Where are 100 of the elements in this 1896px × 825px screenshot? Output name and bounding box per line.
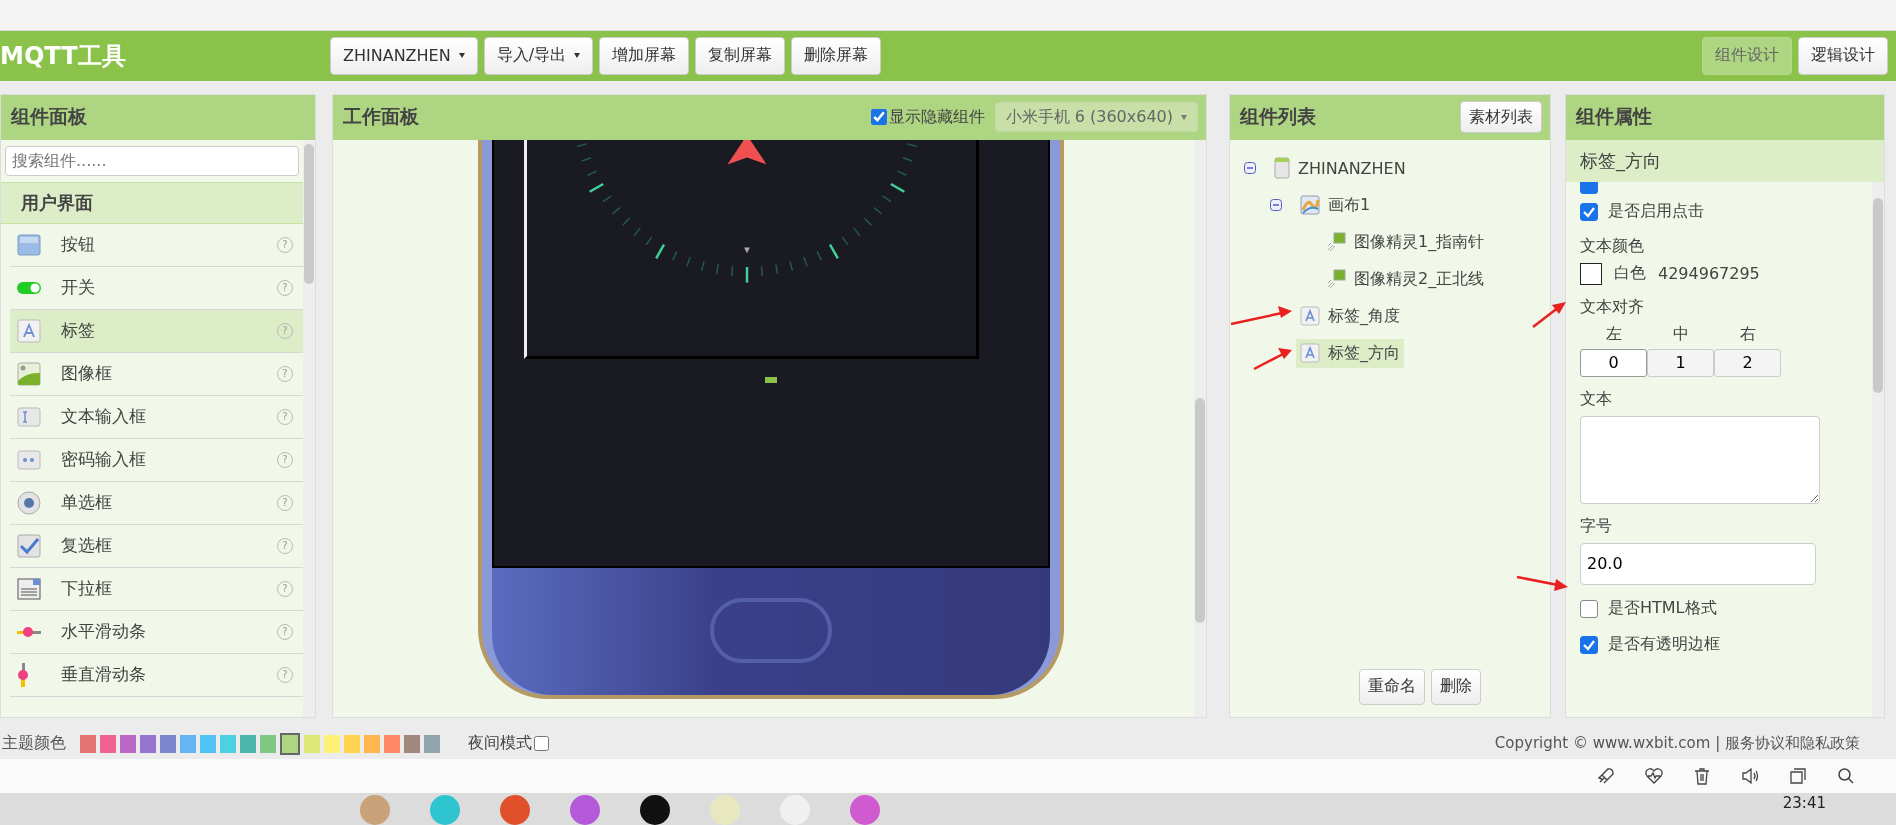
image-icon [17,361,41,386]
theme-swatch[interactable] [100,734,116,753]
window-icon[interactable] [1788,766,1808,787]
radio-icon [17,490,41,515]
theme-swatch[interactable] [120,734,136,753]
panel-title: 组件面板 [11,104,87,130]
scrollbar[interactable] [303,139,315,717]
checkbox[interactable] [1580,635,1598,654]
align-button[interactable]: 2 [1714,348,1781,377]
scrollbar[interactable] [1194,139,1206,717]
palette-item[interactable]: 垂直滑动条 ? [10,653,303,697]
canvas-icon [1300,195,1320,216]
panel-title: 工作面板 [343,104,419,130]
align-caption: 右 [1739,323,1756,345]
sprite-icon [1326,269,1346,290]
speaker-icon[interactable] [1740,766,1760,787]
view-tab[interactable]: 组件设计 [1702,36,1792,75]
tree-action-button[interactable]: 重命名 [1359,668,1425,705]
assets-button[interactable]: 素材列表 [1460,101,1542,134]
property-label: 文本 [1580,388,1613,410]
align-caption: 左 [1605,323,1622,345]
theme-swatch[interactable] [364,734,380,753]
font-size-field[interactable]: 20.0 [1580,542,1816,585]
category-header[interactable]: 用户界面 [1,181,303,224]
tree-item[interactable]: 图像精灵2_正北线 [1322,264,1489,294]
label-placeholder [765,376,777,383]
text-cursor-icon [17,404,41,429]
show-hidden-checkbox[interactable] [870,109,887,126]
tree-action-button[interactable]: 删除 [1431,668,1481,705]
password-icon [17,447,41,472]
theme-swatch[interactable] [220,734,236,753]
theme-swatch[interactable] [240,734,256,753]
theme-swatch[interactable] [424,734,440,753]
palette-item[interactable]: 开关 ? [10,266,303,310]
caret-icon [458,53,465,59]
collapse-icon[interactable] [1270,199,1282,212]
checkbox[interactable] [1580,202,1598,221]
palette-item[interactable]: 文本输入框 ? [10,395,303,439]
scrollbar-thumb[interactable] [304,143,314,284]
palette-item[interactable]: 单选框 ? [10,481,303,525]
panel-title: 组件属性 [1576,104,1652,130]
checkbox[interactable] [1580,599,1598,618]
theme-swatch[interactable] [260,734,276,753]
checkbox-label: 夜间模式 [468,733,532,755]
annotation-arrow [1253,348,1292,371]
clock-time: 23:41 [1782,795,1826,811]
toolbar-button[interactable]: 导入/导出 [483,36,594,75]
annotation-arrow [1516,575,1568,591]
tree-item[interactable]: 标签_角度 [1296,301,1404,331]
home-button-icon [710,597,832,663]
theme-swatch[interactable] [200,734,216,753]
scrollbar-thumb[interactable] [1195,397,1205,623]
theme-swatch[interactable] [180,734,196,753]
checkbox-label: 是否有透明边框 [1608,634,1720,656]
search-field[interactable]: 搜索组件...... [5,145,299,176]
theme-swatch[interactable] [80,734,96,753]
collapse-icon[interactable] [1244,162,1256,175]
theme-swatch[interactable] [384,734,400,753]
letter-a-icon [17,318,41,343]
theme-swatch[interactable] [404,734,420,753]
theme-swatch[interactable] [160,734,176,753]
toolbar-button[interactable]: 删除屏幕 [791,36,882,75]
text-area[interactable] [1580,415,1820,504]
palette-item[interactable]: 下拉框 ? [10,567,303,611]
palette-item[interactable]: 图像框 ? [10,352,303,396]
theme-swatch[interactable] [304,734,320,753]
tree-item[interactable]: 画布1 [1296,190,1375,220]
device-dropdown[interactable]: 小米手机 6 (360x640) [994,102,1198,133]
night-mode-checkbox[interactable] [534,736,549,752]
dropdown-icon [17,576,41,601]
trash-icon[interactable] [1692,766,1712,787]
scrollbar-thumb[interactable] [1873,197,1883,393]
palette-item[interactable]: 水平滑动条 ? [10,610,303,654]
property-label: 文本颜色 [1580,235,1645,257]
app-icon[interactable] [640,795,670,825]
palette-item[interactable]: 按钮 ? [10,223,303,267]
toolbar-button[interactable]: ZHINANZHEN [330,36,478,75]
theme-swatch[interactable] [344,734,360,753]
theme-swatch[interactable] [280,732,300,755]
palette-item[interactable]: 密码输入框 ? [10,438,303,482]
palette-item[interactable]: 标签 ? [10,309,303,353]
panel-title: 组件列表 [1240,104,1316,130]
theme-swatch[interactable] [324,734,340,753]
property-label: 文本对齐 [1580,296,1645,318]
theme-swatch[interactable] [140,734,156,753]
tree-item[interactable]: ZHINANZHEN [1270,153,1410,184]
tree-item[interactable]: 图像精灵1_指南针 [1322,227,1489,257]
toolbar-button[interactable]: 增加屏幕 [599,36,690,75]
view-tab[interactable]: 逻辑设计 [1798,36,1888,75]
palette-item[interactable]: 复选框 ? [10,524,303,568]
align-button[interactable]: 0 [1580,348,1647,377]
align-button[interactable]: 1 [1647,348,1714,377]
toolbar-button[interactable]: 复制屏幕 [695,36,786,75]
property-label: 字号 [1580,515,1613,537]
color-swatch[interactable] [1580,262,1602,285]
app-title: MQTT工具 [0,40,127,72]
sprite-icon [1326,232,1346,253]
copyright-text: Copyright © www.wxbit.com | 服务协议和隐私政策 [1494,734,1860,754]
tree-item[interactable]: 标签_方向 [1296,338,1404,368]
scrollbar[interactable] [1872,181,1884,717]
